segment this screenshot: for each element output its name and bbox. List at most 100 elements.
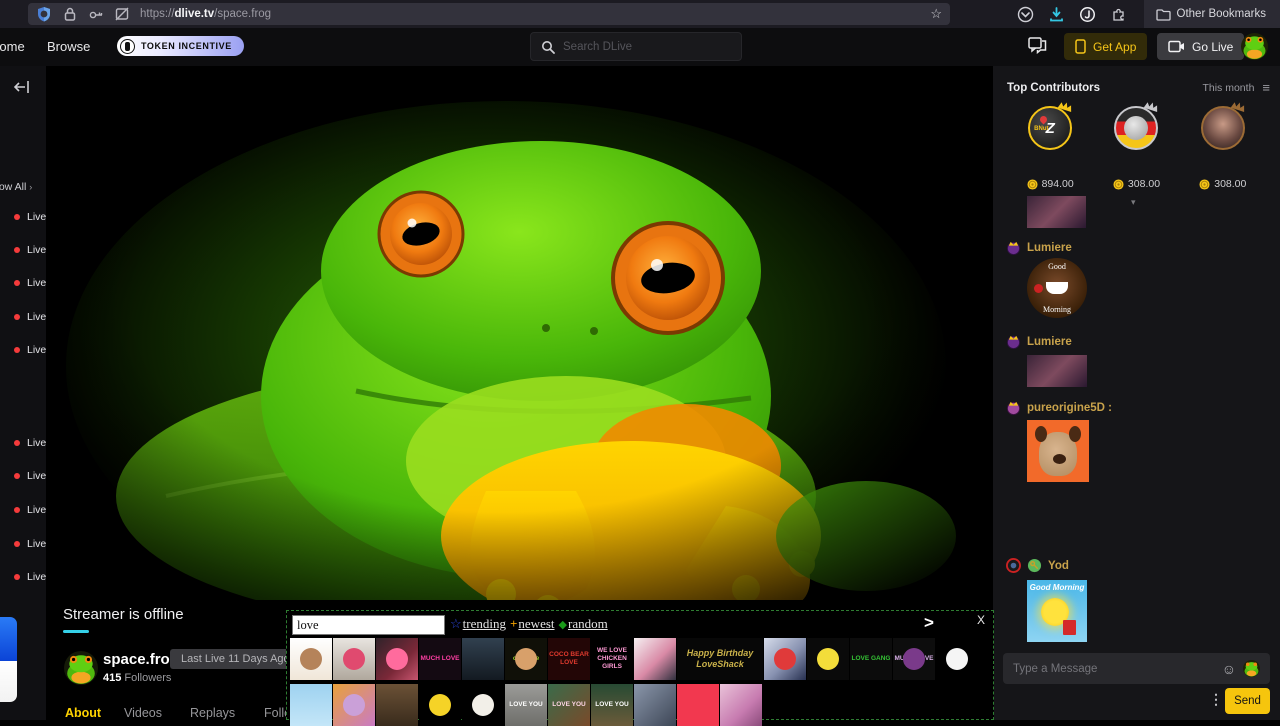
- collapse-sidebar-icon[interactable]: [14, 80, 30, 94]
- live-channel-item[interactable]: Live: [14, 311, 46, 323]
- emote-coco-bear-love[interactable]: COCO BEAR LOVE: [548, 638, 590, 680]
- user-avatar[interactable]: [1241, 33, 1268, 60]
- tracking-shield-icon[interactable]: [36, 6, 52, 22]
- period-selector[interactable]: This month: [1202, 82, 1254, 94]
- sticker-woman-face-partial: [1027, 196, 1086, 228]
- messages-icon[interactable]: [1028, 37, 1047, 54]
- live-channel-item[interactable]: Live: [14, 244, 46, 256]
- puzzle-extension-icon[interactable]: [1110, 6, 1127, 23]
- live-channel-item[interactable]: Live: [14, 538, 46, 550]
- emote-love-gang[interactable]: LOVE GANG: [850, 638, 892, 680]
- channel-name[interactable]: space.frog: [103, 651, 179, 668]
- live-dot-icon: [14, 440, 20, 446]
- tab-videos[interactable]: Videos: [124, 706, 162, 720]
- emoji-picker-icon[interactable]: ☺: [1222, 661, 1236, 677]
- emote-dog-heart-glasses[interactable]: [333, 638, 375, 680]
- emote-label: COCO BEAR LOVE: [548, 650, 590, 668]
- offline-underline: [63, 630, 89, 633]
- live-channel-item[interactable]: Live: [14, 437, 46, 449]
- show-all-link[interactable]: Show All›: [0, 181, 32, 193]
- dog-nose: [1053, 454, 1066, 464]
- search-placeholder: Search DLive: [563, 41, 632, 53]
- lemon-currency-icon: [1027, 179, 1038, 190]
- download-icon[interactable]: [1048, 6, 1065, 23]
- emote-shy-bear[interactable]: [290, 638, 332, 680]
- emote-heart-much-love[interactable]: MUCH LOVE: [893, 638, 935, 680]
- sticker-good-morning-sun[interactable]: Good Morning: [1027, 580, 1087, 642]
- emote-search-input[interactable]: [292, 615, 445, 635]
- emote-filter-trending[interactable]: ☆trending: [450, 616, 506, 632]
- emote-spongebob-flowers[interactable]: [807, 638, 849, 680]
- nav-home[interactable]: Home: [0, 39, 25, 54]
- other-bookmarks-button[interactable]: Other Bookmarks: [1144, 0, 1280, 28]
- chat-options-icon[interactable]: ⋮: [1209, 691, 1223, 708]
- star-icon: ☆: [450, 616, 462, 632]
- key-badge-icon: [1027, 558, 1042, 573]
- channel-thumbnail-partial[interactable]: [0, 617, 17, 702]
- search-input[interactable]: Search DLive: [530, 32, 742, 61]
- live-channel-item[interactable]: Live: [14, 504, 46, 516]
- tab-about[interactable]: About: [65, 706, 101, 720]
- sticker-cartoon-dog[interactable]: [1027, 420, 1089, 482]
- live-dot-icon: [14, 280, 20, 286]
- bookmark-star-icon[interactable]: ☆: [930, 6, 942, 22]
- chat-message-input[interactable]: Type a Message ☺: [1003, 653, 1270, 684]
- live-channel-item[interactable]: Live: [14, 211, 46, 223]
- emote-much-love[interactable]: MUCH LOVE: [419, 638, 461, 680]
- emote-happy-birthday-loveshack[interactable]: Happy Birthday LoveShack: [677, 638, 763, 680]
- next-page-arrow[interactable]: >: [924, 613, 934, 633]
- close-panel-button[interactable]: X: [977, 613, 985, 627]
- go-live-button[interactable]: Go Live: [1157, 33, 1244, 60]
- live-dot-icon: [14, 214, 20, 220]
- emote-art: [429, 694, 451, 716]
- emote-art: [515, 648, 537, 670]
- nav-browse[interactable]: Browse: [47, 39, 90, 54]
- frog-avatar-icon: [1241, 33, 1268, 60]
- contributor-2[interactable]: 308.00: [1101, 106, 1171, 190]
- emote-art: [946, 648, 968, 670]
- get-app-button[interactable]: Get App: [1064, 33, 1147, 60]
- live-channel-item[interactable]: Live: [14, 571, 46, 583]
- expand-contributors-icon[interactable]: ▾: [1131, 197, 1136, 208]
- tab-replays[interactable]: Replays: [190, 706, 235, 720]
- channel-avatar[interactable]: [64, 651, 98, 685]
- emote-white-dab-figure[interactable]: [936, 638, 978, 680]
- extension-badge-icon[interactable]: [1079, 6, 1096, 23]
- contributor-3[interactable]: 308.00: [1188, 106, 1258, 190]
- live-dot-icon: [14, 541, 20, 547]
- offline-status: Streamer is offline: [63, 606, 184, 623]
- sticker-picker-icon[interactable]: [1243, 660, 1260, 677]
- emote-anime-girl-hug-heart[interactable]: [376, 638, 418, 680]
- live-channel-item[interactable]: Live: [14, 470, 46, 482]
- emote-filter-newest[interactable]: +newest: [510, 616, 555, 632]
- offline-stream-preview-frog: [46, 66, 993, 600]
- emote-one-love-guy[interactable]: one love: [505, 638, 547, 680]
- contributor-1[interactable]: BNut Z 894.00: [1015, 106, 1085, 190]
- other-bookmarks-label: Other Bookmarks: [1177, 8, 1266, 20]
- emote-art: [817, 648, 839, 670]
- emote-crowd-photo[interactable]: [462, 638, 504, 680]
- emote-art: [386, 648, 408, 670]
- emote-we-love-chicken-girls[interactable]: WE LOVE CHICKEN GIRLS: [591, 638, 633, 680]
- lock-icon[interactable]: [62, 6, 78, 22]
- avatar-text: BNut: [1034, 126, 1048, 132]
- live-dot-icon: [14, 314, 20, 320]
- dlive-logo-icon: [120, 39, 135, 54]
- emote-anime-girl-silver-hair[interactable]: [764, 638, 806, 680]
- live-channel-item[interactable]: Live: [14, 277, 46, 289]
- sticker-good-morning-coffee[interactable]: Good Morning: [1027, 258, 1087, 318]
- contributor-badge-icon: [1006, 400, 1021, 415]
- permissions-key-icon[interactable]: [88, 6, 104, 22]
- emote-anime-girl-dark-hair[interactable]: [634, 638, 676, 680]
- pocket-extension-icon[interactable]: [1017, 6, 1034, 23]
- live-channel-item[interactable]: Live: [14, 344, 46, 356]
- sticker-woman-face[interactable]: [1027, 355, 1087, 387]
- images-blocked-icon[interactable]: [114, 6, 130, 22]
- send-button[interactable]: Send: [1225, 688, 1270, 714]
- menu-icon[interactable]: ≡: [1262, 80, 1270, 95]
- koala-avatar: [1124, 116, 1148, 140]
- token-incentive-badge[interactable]: TOKEN INCENTIVE: [117, 36, 244, 56]
- emote-art: [903, 648, 925, 670]
- url-bar[interactable]: https://dlive.tv/space.frog ☆: [28, 3, 950, 25]
- emote-filter-random[interactable]: ◆random: [559, 616, 608, 632]
